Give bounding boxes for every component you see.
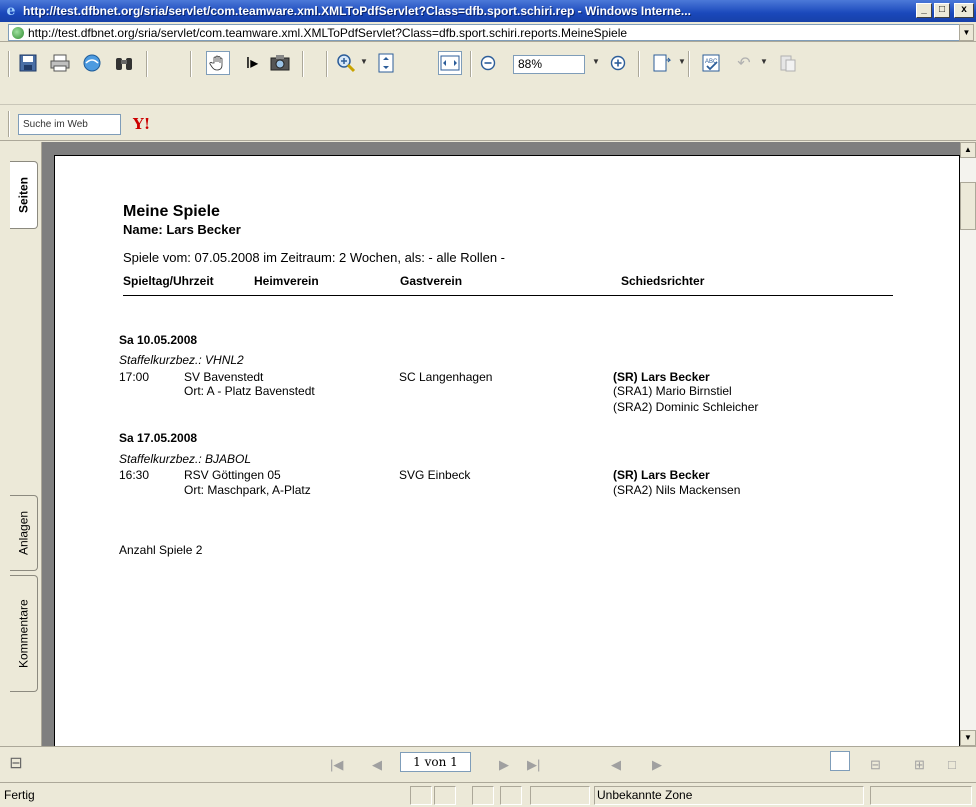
zoom-tool-dropdown-icon[interactable]: ▼ (360, 57, 368, 66)
first-page-icon[interactable]: |◀ (330, 757, 343, 773)
match-referee: (SRA2) Dominic Schleicher (613, 400, 759, 414)
continuous-icon[interactable]: ⊟ (870, 757, 881, 773)
security-zone: Unbekannte Zone (597, 788, 693, 802)
email-icon[interactable] (80, 51, 104, 75)
snapshot-icon[interactable] (268, 51, 292, 75)
zoom-in-icon[interactable] (606, 51, 630, 75)
back-view-icon[interactable]: ◀ (611, 757, 621, 773)
rotate-view-icon[interactable] (650, 51, 674, 75)
report-title: Meine Spiele (123, 203, 220, 220)
match-referee: (SRA1) Mario Birnstiel (613, 384, 732, 398)
report-range: Spiele vom: 07.05.2008 im Zeitraum: 2 Wo… (123, 250, 505, 265)
maximize-button[interactable]: □ (934, 3, 950, 18)
address-field[interactable]: http://test.dfbnet.org/sria/servlet/com.… (8, 24, 960, 41)
undo-dropdown-icon[interactable]: ▼ (760, 57, 768, 66)
match-time: 16:30 (119, 468, 150, 482)
web-search-input[interactable]: Suche im Web (18, 114, 121, 135)
previous-page-icon[interactable]: ◀ (372, 757, 382, 773)
match-place: Ort: A - Platz Bavenstedt (184, 384, 315, 398)
pdf-page: Meine Spiele Name: Lars Becker Spiele vo… (54, 155, 960, 755)
column-header-referee: Schiedsrichter (621, 274, 705, 288)
status-bar: Fertig Unbekannte Zone (0, 782, 976, 807)
forward-view-icon[interactable]: ▶ (652, 757, 662, 773)
fit-page-icon[interactable] (374, 51, 398, 75)
close-button[interactable]: x (954, 3, 974, 18)
match-home: SV Bavenstedt (184, 370, 264, 384)
status-text: Fertig (4, 788, 35, 802)
ie-icon: e (6, 3, 16, 19)
match-home: RSV Göttingen 05 (184, 468, 281, 482)
print-icon[interactable] (48, 51, 72, 75)
match-referee: (SR) Lars Becker (613, 468, 710, 482)
rotate-dropdown-icon[interactable]: ▼ (678, 57, 686, 66)
scroll-up-icon[interactable]: ▲ (960, 142, 976, 158)
select-text-icon[interactable]: I▸ (240, 51, 264, 75)
minimize-button[interactable]: _ (916, 3, 932, 18)
match-count: Anzahl Spiele 2 (119, 543, 203, 557)
undo-icon[interactable]: ↶ (732, 51, 756, 75)
tab-anlagen[interactable]: Anlagen (10, 495, 38, 571)
zoom-tool-icon[interactable] (334, 51, 358, 75)
continuous-facing-icon[interactable]: □ (948, 757, 956, 772)
page-icon (12, 26, 24, 39)
search-toolbar: Suche im Web Y! (0, 107, 976, 141)
match-referee: (SRA2) Nils Mackensen (613, 483, 741, 497)
yahoo-logo-icon[interactable]: Y! (133, 115, 150, 133)
last-page-icon[interactable]: ▶| (527, 757, 540, 773)
zoom-level-input[interactable]: 88% (513, 55, 585, 74)
report-name: Name: Lars Becker (123, 222, 241, 237)
report: Meine Spiele Name: Lars Becker Spiele vo… (55, 156, 959, 754)
match-place: Ort: Maschpark, A-Platz (184, 483, 311, 497)
browser-window: e http://test.dfbnet.org/sria/servlet/co… (0, 0, 976, 807)
search-binoculars-icon[interactable] (112, 51, 136, 75)
tab-seiten[interactable]: Seiten (10, 161, 38, 229)
scroll-down-icon[interactable]: ▼ (960, 730, 976, 746)
url-text: http://test.dfbnet.org/sria/servlet/com.… (28, 25, 628, 40)
panel-toggle-icon[interactable]: ⊟ (4, 751, 28, 775)
match-date: Sa 10.05.2008 (119, 333, 198, 347)
save-icon[interactable] (16, 51, 40, 75)
page-navigation-bar: ⊟ |◀ ◀ 1 von 1 ▶ ▶| ◀ ▶ ⊟ ⊞ □ (0, 746, 976, 782)
facing-icon[interactable]: ⊞ (914, 757, 925, 773)
window-title: http://test.dfbnet.org/sria/servlet/com.… (23, 4, 691, 18)
match-time: 17:00 (119, 370, 150, 384)
header-rule (123, 295, 893, 296)
address-bar: http://test.dfbnet.org/sria/servlet/com.… (0, 22, 976, 42)
column-header-guest: Gastverein (400, 274, 463, 288)
zoom-dropdown-icon[interactable]: ▼ (592, 57, 600, 66)
pdf-toolbar: I▸ ▼ 88% ▼ ▼ ABC ↶ ▼ (0, 43, 976, 105)
tab-kommentare[interactable]: Kommentare (10, 575, 38, 692)
address-dropdown-icon[interactable]: ▼ (959, 24, 974, 41)
column-header-home: Heimverein (254, 274, 319, 288)
match-staffel: Staffelkurzbez.: BJABOL (119, 452, 252, 466)
column-header-date: Spieltag/Uhrzeit (123, 274, 214, 288)
side-panel: Seiten Anlagen Kommentare (0, 142, 42, 746)
match-date: Sa 17.05.2008 (119, 431, 198, 445)
next-page-icon[interactable]: ▶ (499, 757, 509, 773)
page-number-input[interactable]: 1 von 1 (400, 752, 471, 772)
match-guest: SC Langenhagen (399, 370, 493, 384)
spellcheck-icon[interactable]: ABC (700, 51, 724, 75)
paste-icon[interactable] (776, 51, 800, 75)
match-referee: (SR) Lars Becker (613, 370, 710, 384)
vertical-scrollbar[interactable]: ▲ ▼ (960, 142, 976, 746)
fit-width-icon[interactable] (438, 51, 462, 75)
title-bar: e http://test.dfbnet.org/sria/servlet/co… (0, 0, 976, 22)
hand-tool-icon[interactable] (206, 51, 230, 75)
match-staffel: Staffelkurzbez.: VHNL2 (119, 353, 244, 367)
scroll-thumb[interactable] (960, 182, 976, 230)
single-page-icon[interactable] (830, 751, 850, 771)
match-guest: SVG Einbeck (399, 468, 471, 482)
zoom-out-icon[interactable] (476, 51, 500, 75)
